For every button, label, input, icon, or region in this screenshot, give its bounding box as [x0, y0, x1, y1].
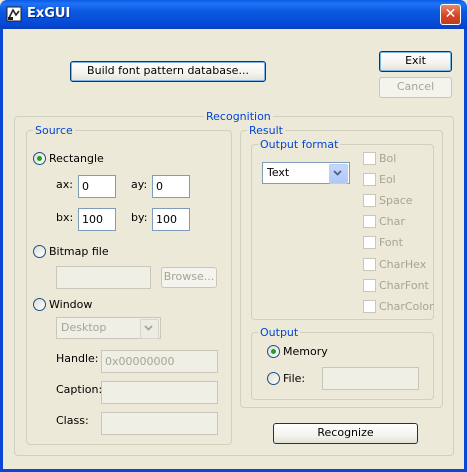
- option-char-label: Char: [379, 215, 405, 228]
- recognize-label: Recognize: [317, 426, 374, 439]
- ay-label: ay:: [131, 178, 148, 191]
- output-format-select-value: Text: [267, 166, 290, 179]
- window-frame-left: [0, 29, 3, 472]
- build-font-database-label: Build font pattern database...: [87, 64, 249, 77]
- result-group-title: Result: [247, 124, 285, 137]
- handle-input[interactable]: 0x00000000: [101, 350, 218, 373]
- option-font-label: Font: [379, 236, 403, 249]
- window-title: ExGUI: [27, 6, 71, 21]
- window-radio[interactable]: [33, 298, 46, 311]
- option-char-checkbox[interactable]: [363, 215, 376, 228]
- build-font-database-button[interactable]: Build font pattern database...: [70, 61, 266, 82]
- output-group-title: Output: [258, 326, 301, 339]
- close-button[interactable]: ✕: [440, 4, 461, 25]
- option-space-label: Space: [379, 194, 413, 207]
- browse-button[interactable]: Browse...: [161, 267, 217, 288]
- option-bol-checkbox[interactable]: [363, 152, 376, 165]
- app-icon: [6, 6, 22, 22]
- option-font-checkbox[interactable]: [363, 236, 376, 249]
- chevron-down-icon: [329, 164, 348, 184]
- rectangle-radio-label: Rectangle: [49, 152, 104, 165]
- ax-label: ax:: [56, 178, 73, 191]
- file-radio-label: File:: [283, 372, 306, 385]
- class-input[interactable]: [101, 412, 218, 435]
- option-eol-label: Eol: [379, 173, 396, 186]
- output-format-group-title: Output format: [258, 138, 341, 151]
- ay-input[interactable]: 0: [152, 175, 190, 198]
- class-label: Class:: [56, 414, 89, 427]
- option-charfont-checkbox[interactable]: [363, 279, 376, 292]
- bitmap-file-input[interactable]: [56, 266, 151, 289]
- bx-input[interactable]: 100: [78, 208, 116, 231]
- option-bol-label: Bol: [379, 152, 397, 165]
- output-format-select[interactable]: Text: [262, 162, 350, 184]
- handle-label: Handle:: [56, 352, 99, 365]
- window-select-value: Desktop: [61, 321, 107, 334]
- bx-label: bx:: [56, 211, 74, 224]
- recognition-group-title: Recognition: [204, 110, 273, 123]
- option-space-checkbox[interactable]: [363, 194, 376, 207]
- chevron-down-icon: [140, 319, 159, 339]
- option-eol-checkbox[interactable]: [363, 173, 376, 186]
- browse-label: Browse...: [163, 270, 215, 283]
- exit-button[interactable]: Exit: [379, 51, 452, 72]
- caption-input[interactable]: [101, 381, 218, 404]
- memory-radio[interactable]: [267, 345, 280, 358]
- source-group-title: Source: [33, 124, 75, 137]
- option-charfont-label: CharFont: [379, 279, 429, 292]
- by-input[interactable]: 100: [152, 208, 190, 231]
- recognize-button[interactable]: Recognize: [273, 423, 418, 444]
- bitmap-file-radio[interactable]: [33, 245, 46, 258]
- output-file-input[interactable]: [322, 367, 419, 390]
- rectangle-radio[interactable]: [33, 152, 46, 165]
- ax-input[interactable]: 0: [78, 175, 116, 198]
- window-select[interactable]: Desktop: [56, 317, 161, 339]
- cancel-label: Cancel: [396, 80, 435, 93]
- option-charcolor-label: CharColor: [379, 300, 434, 313]
- cancel-button[interactable]: Cancel: [379, 77, 452, 98]
- option-charhex-label: CharHex: [379, 258, 427, 271]
- memory-radio-label: Memory: [283, 345, 328, 358]
- exit-label: Exit: [405, 54, 426, 67]
- option-charhex-checkbox[interactable]: [363, 258, 376, 271]
- by-label: by:: [131, 211, 148, 224]
- window-radio-label: Window: [49, 298, 93, 311]
- bitmap-file-radio-label: Bitmap file: [49, 245, 109, 258]
- close-icon: ✕: [444, 6, 457, 22]
- option-charcolor-checkbox[interactable]: [363, 300, 376, 313]
- caption-label: Caption:: [56, 383, 103, 396]
- file-radio[interactable]: [267, 372, 280, 385]
